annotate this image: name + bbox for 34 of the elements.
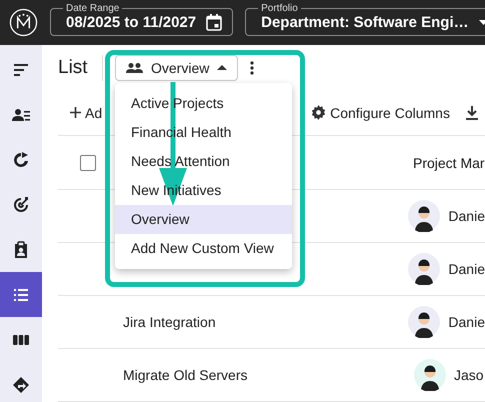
menu-item[interactable]: Overview [115, 205, 292, 234]
directions-icon [12, 376, 30, 394]
project-name: Jira Integration [123, 314, 216, 330]
caret-icon [217, 65, 228, 70]
field-value: 08/2025 to 11/2027 [66, 14, 196, 30]
page-title: List [58, 54, 103, 80]
logo-icon[interactable] [9, 8, 38, 37]
manager-name: Danie [448, 261, 485, 277]
plus-icon [70, 107, 81, 118]
add-button[interactable]: Ad [70, 104, 102, 120]
badge-icon [12, 240, 30, 258]
field-value: Department: Software Engi… [261, 14, 469, 30]
settings-icon [311, 105, 326, 120]
column-header[interactable]: Project Mar [413, 154, 485, 170]
menu-item[interactable]: Add New Custom View [115, 234, 292, 263]
people-icon [126, 62, 143, 72]
download-icon[interactable] [466, 106, 478, 120]
dropdown-caret-icon [478, 20, 485, 24]
date-range-field[interactable]: Date Range 08/2025 to 11/2027 [50, 4, 234, 36]
view-select-button[interactable]: Overview [115, 54, 238, 80]
configure-columns-button[interactable]: Configure Columns [311, 104, 450, 120]
field-label: Date Range [65, 4, 120, 14]
manager-name: Danie [448, 208, 485, 224]
select-all-checkbox[interactable] [80, 154, 96, 170]
calendar-icon [206, 14, 222, 30]
project-name: Migrate Old Servers [123, 367, 248, 383]
target-icon [12, 196, 30, 214]
manager-name: Jaso [454, 367, 484, 383]
portfolio-select[interactable]: Portfolio Department: Software Engi… [245, 4, 485, 36]
more-icon[interactable] [250, 60, 254, 74]
refresh-icon [12, 150, 30, 168]
manager-name: Danie [448, 314, 485, 330]
sidebar-item[interactable] [0, 272, 42, 317]
field-label: Portfolio [260, 4, 299, 14]
